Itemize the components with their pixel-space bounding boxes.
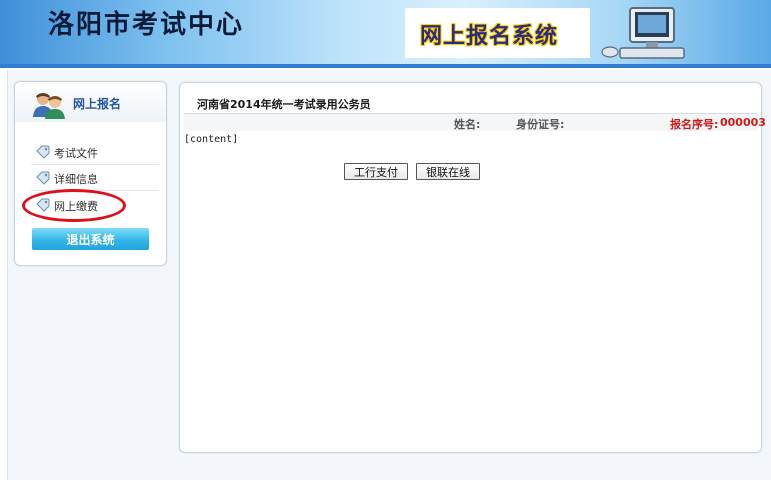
id-number-label: 身份证号: xyxy=(516,118,565,131)
sidebar-header: 网上报名 xyxy=(15,82,166,122)
main-panel: 河南省2014年统一考试录用公务员 姓名: 身份证号: 报名序号: 000003… xyxy=(179,82,766,453)
sidebar-item-details[interactable]: 详细信息 xyxy=(31,166,159,191)
site-title: 洛阳市考试中心 xyxy=(48,10,245,40)
computer-icon xyxy=(601,7,685,59)
name-label: 姓名: xyxy=(454,118,481,131)
sidebar-item-label: 网上缴费 xyxy=(54,200,98,213)
header-divider xyxy=(0,64,771,68)
tag-icon xyxy=(36,171,50,185)
system-name: 网上报名系统 xyxy=(420,24,559,49)
content-placeholder: [content] xyxy=(184,134,239,145)
tag-icon xyxy=(36,198,50,212)
icbc-pay-button[interactable]: 工行支付 xyxy=(344,163,408,180)
users-icon xyxy=(33,93,65,119)
applicant-info-row: 姓名: 身份证号: 报名序号: 000003 xyxy=(184,114,766,131)
tag-icon xyxy=(36,145,50,159)
registration-number-label: 报名序号: xyxy=(670,118,719,131)
sidebar-item-exam-files[interactable]: 考试文件 xyxy=(31,140,159,165)
header-banner: 洛阳市考试中心 网上报名系统 xyxy=(0,0,771,64)
sidebar-item-online-payment[interactable]: 网上缴费 xyxy=(31,193,159,217)
logout-button[interactable]: 退出系统 xyxy=(32,228,149,250)
sidebar-title: 网上报名 xyxy=(73,97,122,111)
registration-number-value: 000003 xyxy=(720,116,766,129)
exam-title: 河南省2014年统一考试录用公务员 xyxy=(197,98,371,111)
sidebar-panel: 网上报名 考试文件 详细信息 网上缴费 退出系统 xyxy=(14,81,167,266)
sidebar-item-label: 考试文件 xyxy=(54,147,98,160)
sidebar-item-label: 详细信息 xyxy=(54,173,98,186)
unionpay-online-button[interactable]: 银联在线 xyxy=(416,163,480,180)
